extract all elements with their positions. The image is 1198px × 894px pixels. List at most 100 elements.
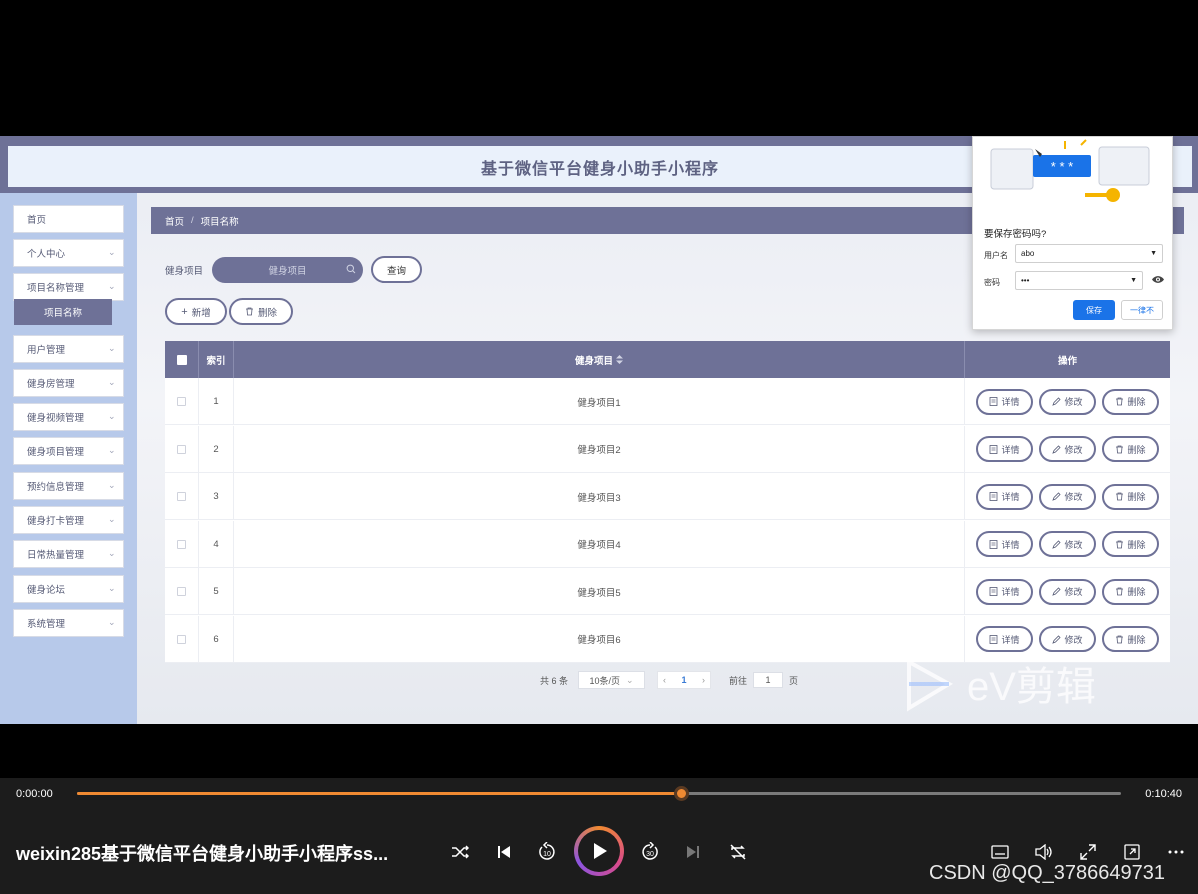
search-input[interactable]: 健身项目	[212, 256, 363, 283]
row-checkbox[interactable]	[177, 397, 186, 406]
sidebar-item-4[interactable]: 健身房管理 ⌄	[13, 369, 124, 397]
detail-button-label: 详情	[1001, 492, 1020, 502]
shuffle-icon[interactable]	[450, 842, 470, 862]
pencil-icon	[1052, 634, 1062, 644]
chevron-down-icon: ⌄	[108, 377, 116, 387]
header-project-label: 健身项目	[574, 355, 613, 367]
seek-thumb[interactable]	[674, 786, 690, 801]
edit-button-label: 修改	[1064, 444, 1083, 455]
pagination-total: 共 6 条	[540, 675, 569, 686]
trash-icon	[1115, 635, 1124, 644]
detail-button[interactable]: 详情	[976, 483, 1033, 510]
save-password-popup: * * * 要保存密码吗? 用户名 abo ▼ 密码 ••• ▼ 保存 一律不	[972, 136, 1173, 330]
username-field[interactable]: abo ▼	[1015, 244, 1163, 263]
delete-button[interactable]: 删除	[1102, 388, 1159, 415]
query-button[interactable]: 查询	[371, 256, 422, 283]
edit-button[interactable]: 修改	[1039, 483, 1096, 510]
breadcrumb-home[interactable]: 首页	[165, 214, 184, 228]
detail-button[interactable]: 详情	[976, 388, 1033, 415]
delete-button[interactable]: 删除	[1102, 531, 1159, 557]
row-ops: 详情 修改 删除	[965, 568, 1170, 615]
row-checkbox[interactable]	[177, 587, 186, 596]
goto-input[interactable]: 1	[753, 672, 784, 688]
row-ops: 详情 修改 删除	[965, 378, 1170, 425]
sidebar-item-3[interactable]: 用户管理 ⌄	[13, 335, 124, 363]
table-header: 索引 健身项目 操作	[165, 341, 1170, 378]
subtitles-icon[interactable]	[990, 842, 1010, 862]
select-all-checkbox[interactable]	[176, 354, 187, 365]
pencil-icon	[1052, 492, 1062, 501]
detail-button[interactable]: 详情	[976, 626, 1033, 652]
page-size-select[interactable]: 10条/页 ⌄	[578, 671, 646, 689]
save-password-button[interactable]: 保存	[1073, 300, 1115, 320]
sidebar-item-2[interactable]: 项目名称管理 ⌄	[13, 273, 124, 301]
edit-button[interactable]: 修改	[1039, 531, 1096, 557]
detail-button[interactable]: 详情	[976, 531, 1033, 557]
next-icon[interactable]	[683, 842, 703, 862]
rewind-10-icon[interactable]: 10	[537, 842, 557, 862]
next-page-icon[interactable]: ›	[702, 675, 705, 685]
add-button[interactable]: + 新增	[165, 298, 227, 325]
edit-button[interactable]: 修改	[1039, 388, 1096, 415]
chevron-down-icon: ⌄	[108, 445, 116, 455]
document-icon	[989, 587, 998, 596]
header-project[interactable]: 健身项目	[234, 341, 965, 378]
more-options-icon[interactable]	[1166, 842, 1186, 862]
delete-button[interactable]: 删除	[1102, 436, 1159, 462]
row-project: 健身项目4	[234, 520, 965, 568]
mini-player-icon[interactable]	[1122, 842, 1142, 862]
play-button-inner	[578, 830, 620, 872]
chevron-down-icon: ⌄	[108, 617, 116, 627]
document-icon	[989, 492, 998, 501]
sidebar-item-5[interactable]: 健身视频管理 ⌄	[13, 403, 124, 431]
previous-icon[interactable]	[494, 842, 514, 862]
sidebar-item-7[interactable]: 预约信息管理 ⌄	[13, 472, 124, 500]
volume-icon[interactable]	[1034, 842, 1054, 862]
delete-button[interactable]: 删除	[1102, 626, 1159, 652]
never-save-button[interactable]: 一律不	[1121, 300, 1163, 320]
delete-button[interactable]: 删除	[1102, 483, 1159, 510]
sidebar-item-11[interactable]: 系统管理 ⌄	[13, 609, 124, 637]
fullscreen-icon[interactable]	[1078, 842, 1098, 862]
detail-button-label: 详情	[1001, 587, 1020, 597]
play-button[interactable]	[574, 826, 624, 876]
page-number[interactable]: 1	[682, 675, 687, 685]
row-checkbox[interactable]	[177, 634, 186, 644]
edit-button[interactable]: 修改	[1039, 626, 1096, 652]
edit-button-label: 修改	[1064, 492, 1083, 502]
breadcrumb-separator: /	[191, 215, 194, 226]
current-time: 0:00:00	[16, 788, 53, 800]
seek-bar[interactable]	[77, 786, 1121, 801]
detail-button[interactable]: 详情	[976, 578, 1033, 605]
detail-button-label: 详情	[1001, 539, 1020, 550]
edit-button[interactable]: 修改	[1039, 578, 1096, 605]
forward-30-icon[interactable]: 30	[640, 842, 660, 862]
delete-button-label: 删除	[1127, 539, 1146, 550]
sidebar-item-8[interactable]: 健身打卡管理 ⌄	[13, 506, 124, 534]
sidebar-item-1[interactable]: 个人中心 ⌄	[13, 239, 124, 267]
table-row: 4 健身项目4 详情 修改 删除	[165, 520, 1170, 568]
delete-button[interactable]: 删除	[1102, 578, 1159, 605]
sidebar-subitem-project-name[interactable]: 项目名称	[14, 299, 112, 325]
dropdown-icon[interactable]: ▼	[1130, 277, 1137, 284]
batch-delete-button[interactable]: 删除	[229, 298, 293, 325]
dropdown-icon[interactable]: ▼	[1150, 250, 1157, 257]
row-checkbox[interactable]	[177, 539, 186, 549]
row-checkbox[interactable]	[177, 492, 186, 501]
row-index: 2	[199, 425, 234, 473]
sort-icon[interactable]	[616, 355, 623, 364]
detail-button[interactable]: 详情	[976, 436, 1033, 462]
password-field[interactable]: ••• ▼	[1015, 271, 1143, 290]
sidebar-item-10[interactable]: 健身论坛 ⌄	[13, 575, 124, 603]
row-checkbox[interactable]	[177, 444, 186, 454]
total-time: 0:10:40	[1145, 788, 1182, 800]
sidebar-item-label: 健身视频管理	[27, 413, 85, 424]
eye-icon[interactable]	[1152, 275, 1164, 284]
sidebar-item-9[interactable]: 日常热量管理 ⌄	[13, 540, 124, 568]
edit-button[interactable]: 修改	[1039, 436, 1096, 462]
repeat-off-icon[interactable]	[728, 842, 748, 862]
row-ops: 详情 修改 删除	[965, 521, 1170, 568]
prev-page-icon[interactable]: ‹	[663, 675, 666, 685]
sidebar-item-0[interactable]: 首页	[13, 205, 124, 233]
sidebar-item-6[interactable]: 健身项目管理 ⌄	[13, 437, 124, 465]
